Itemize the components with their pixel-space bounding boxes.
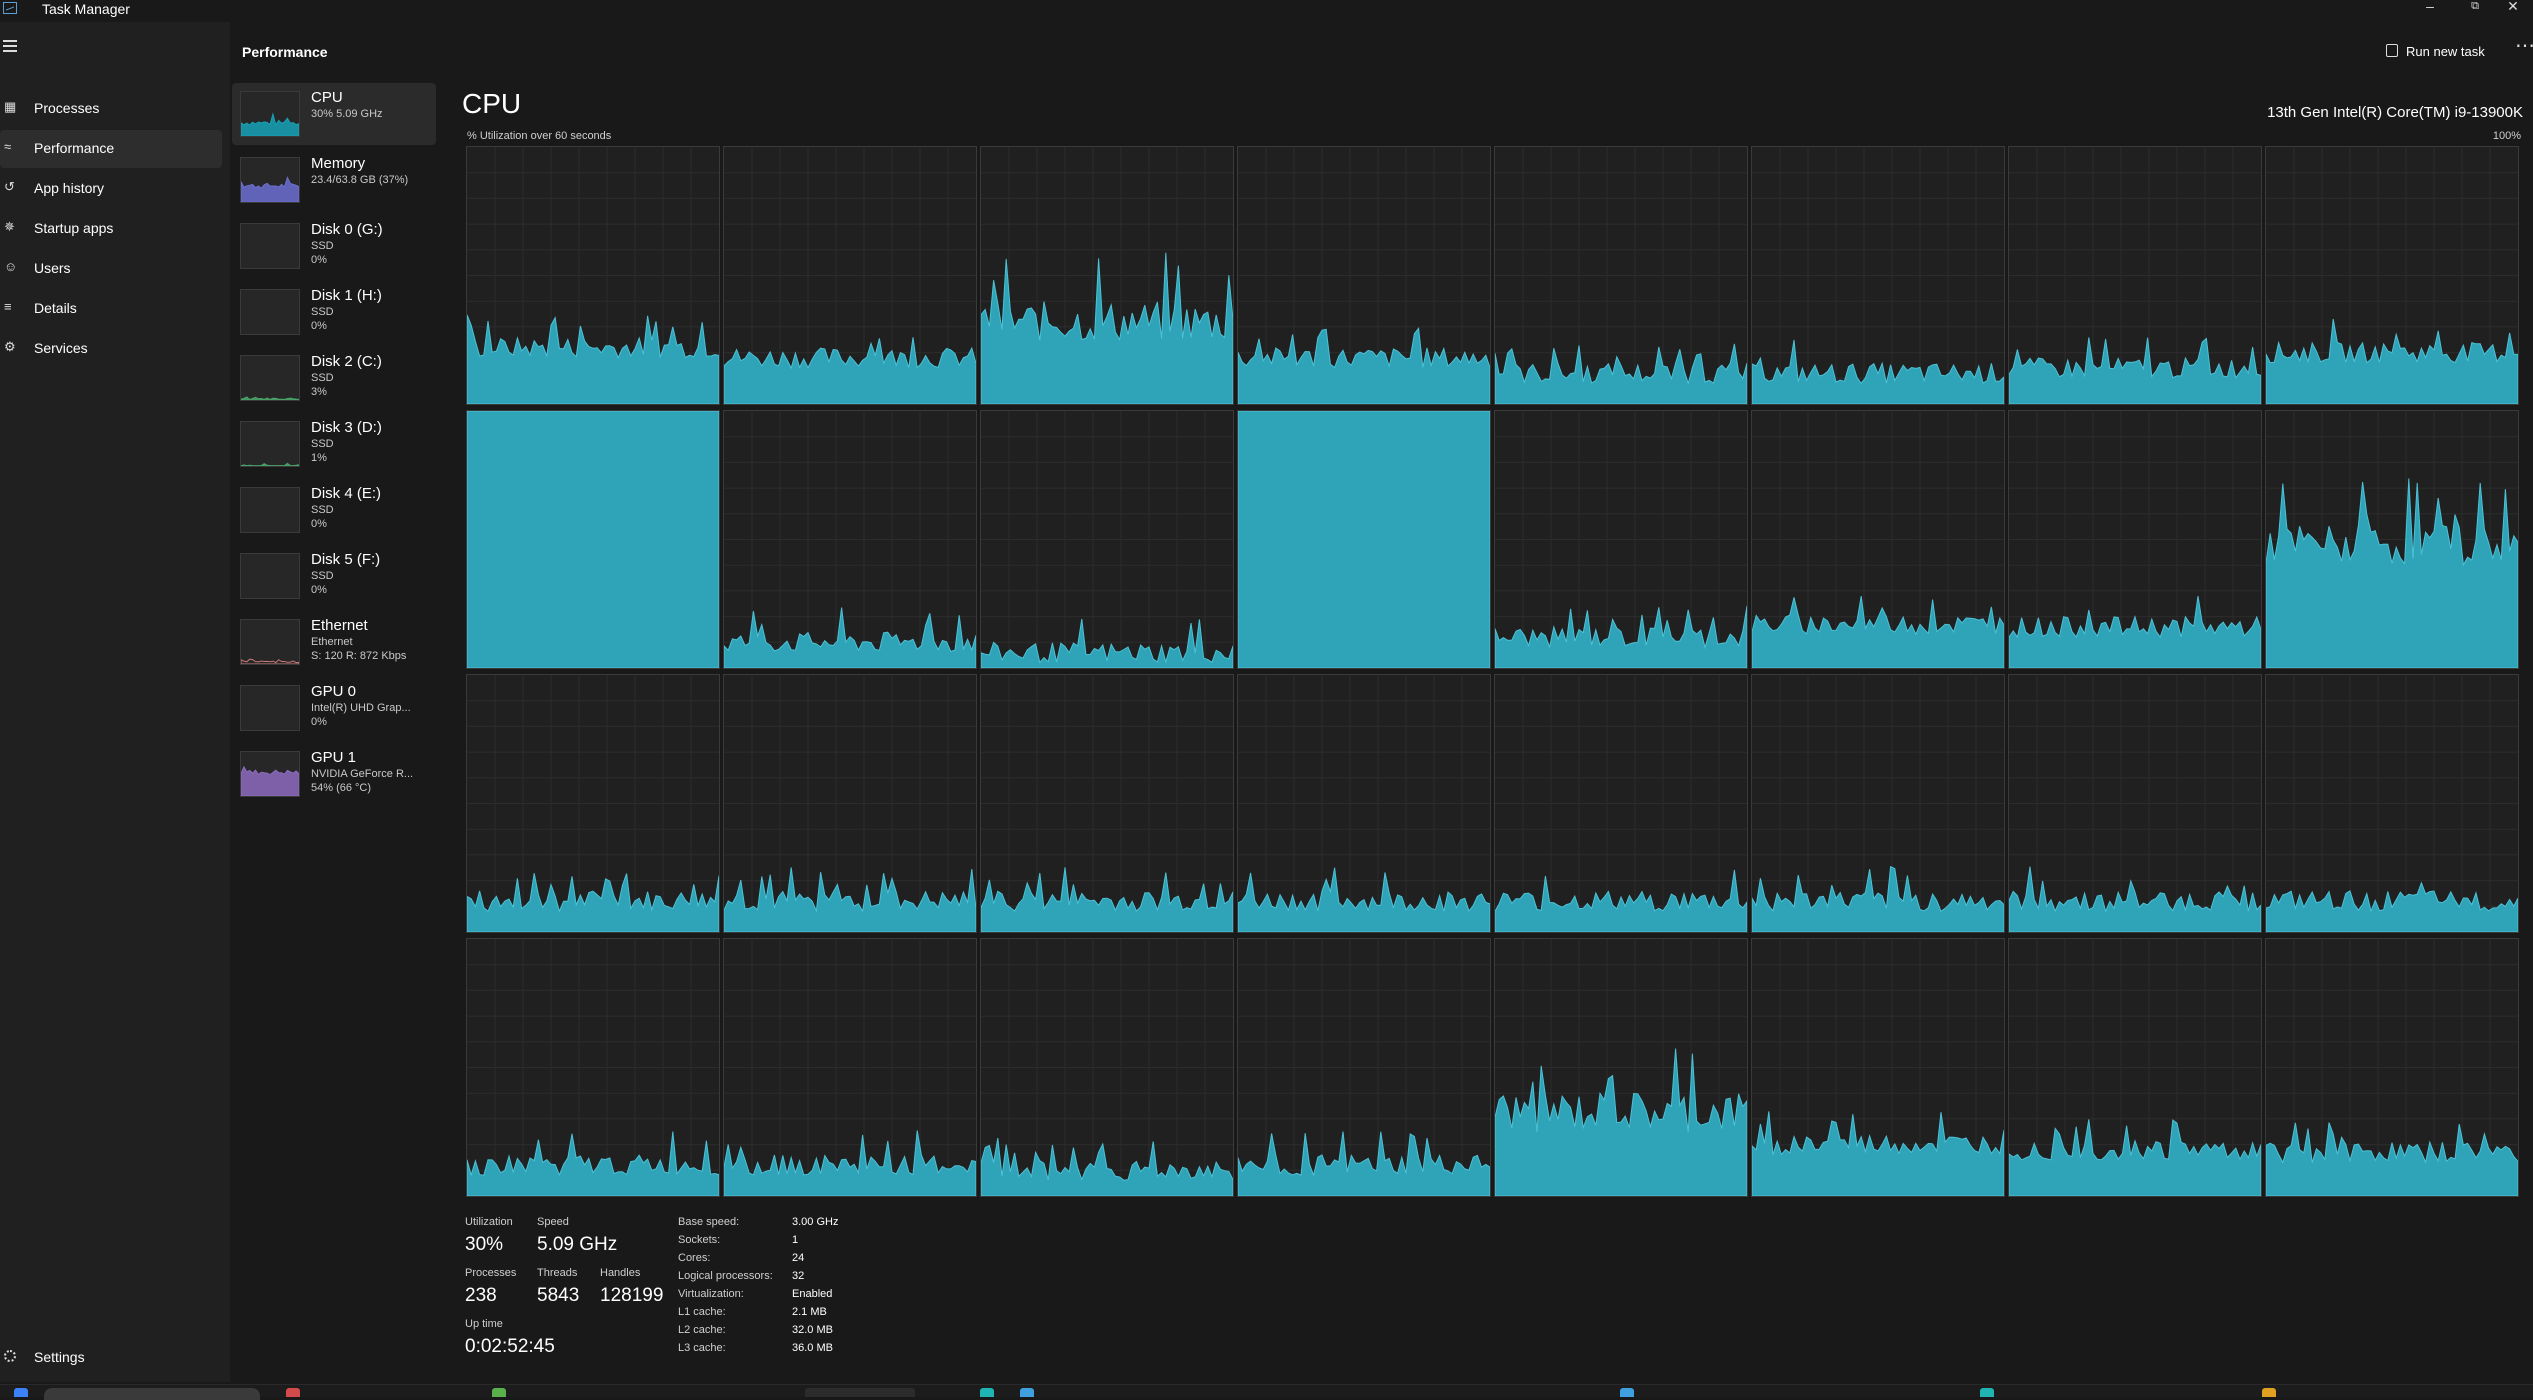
logical-processor-graph [1751, 674, 2005, 933]
logical-processor-graph [1494, 938, 1748, 1197]
spec-key: Base speed: [678, 1216, 740, 1228]
logical-processor-graph [1237, 410, 1491, 669]
handles-value: 128199 [600, 1285, 664, 1306]
logical-processor-graph [2008, 146, 2262, 405]
taskbar-search-box[interactable] [44, 1388, 260, 1400]
cpu-utilization-area [1238, 1131, 1490, 1196]
cpu-utilization-area [981, 618, 1233, 668]
logical-processor-graph [723, 674, 977, 933]
cpu-utilization-area [1752, 865, 2004, 932]
uptime-value: 0:02:52:45 [465, 1336, 555, 1357]
cpu-utilization-area [2009, 337, 2261, 404]
logical-processor-graph [980, 410, 1234, 669]
spec-value: 1 [792, 1234, 799, 1246]
cpu-utilization-area [724, 1130, 976, 1196]
cpu-utilization-area [1238, 327, 1490, 404]
logical-processor-graph [1494, 410, 1748, 669]
utilization-label: Utilization [465, 1216, 513, 1228]
cpu-utilization-area [2266, 881, 2518, 932]
spec-key: Cores: [678, 1252, 711, 1264]
logical-processor-graph [466, 410, 720, 669]
logical-processor-graph [1237, 146, 1491, 405]
threads-label: Threads [537, 1267, 578, 1279]
logical-processor-graph [980, 146, 1234, 405]
logical-processor-graph [723, 146, 977, 405]
cpu-utilization-area [1495, 1048, 1747, 1196]
logical-processor-graph [1494, 146, 1748, 405]
logical-processor-graph [2265, 146, 2519, 405]
cpu-utilization-area [2009, 866, 2261, 932]
spec-value: Enabled [792, 1288, 833, 1300]
cpu-utilization-area [2009, 1119, 2261, 1196]
cpu-utilization-area [467, 411, 719, 668]
cpu-utilization-area [981, 1138, 1233, 1196]
logical-processor-graph [980, 674, 1234, 933]
cpu-utilization-area [724, 867, 976, 932]
spec-value: 32 [792, 1270, 805, 1282]
spec-key: L3 cache: [678, 1342, 726, 1354]
cpu-utilization-area [981, 867, 1233, 932]
cpu-utilization-area [724, 337, 976, 404]
cpu-utilization-area [2266, 1122, 2518, 1196]
logical-processor-graph [2008, 938, 2262, 1197]
logical-processor-graph [723, 938, 977, 1197]
cpu-utilization-area [1495, 605, 1747, 668]
spec-key: Sockets: [678, 1234, 721, 1246]
threads-value: 5843 [537, 1285, 580, 1306]
logical-processor-graph [1751, 146, 2005, 405]
logical-processor-graph [980, 938, 1234, 1197]
spec-value: 2.1 MB [792, 1306, 827, 1318]
cpu-utilization-area [467, 314, 719, 404]
spec-key: Logical processors: [678, 1270, 773, 1282]
logical-processor-graph [466, 938, 720, 1197]
utilization-value: 30% [465, 1234, 504, 1255]
spec-value: 3.00 GHz [792, 1216, 839, 1228]
processes-value: 238 [465, 1285, 497, 1306]
logical-processor-graph [2008, 410, 2262, 669]
taskbar [0, 1384, 2533, 1400]
cpu-stats-panel: Utilization 30% Speed 5.09 GHz Processes… [465, 1214, 1065, 1364]
cpu-utilization-area [2266, 318, 2518, 404]
logical-processor-graph [2265, 674, 2519, 933]
spec-key: Virtualization: [678, 1288, 744, 1300]
spec-value: 36.0 MB [792, 1342, 833, 1354]
uptime-label: Up time [465, 1318, 503, 1330]
processes-label: Processes [465, 1267, 517, 1279]
cpu-utilization-area [2266, 478, 2518, 668]
cpu-utilization-area [467, 873, 719, 932]
cpu-utilization-area [1238, 867, 1490, 932]
spec-key: L1 cache: [678, 1306, 726, 1318]
spec-value: 24 [792, 1252, 805, 1264]
cpu-utilization-area [1752, 339, 2004, 404]
logical-processor-graph [466, 146, 720, 405]
cpu-utilization-area [1752, 1111, 2004, 1196]
logical-processor-graph [1237, 674, 1491, 933]
cpu-utilization-area [1238, 411, 1490, 668]
spec-value: 32.0 MB [792, 1324, 833, 1336]
logical-processor-graph [2265, 938, 2519, 1197]
spec-key: L2 cache: [678, 1324, 726, 1336]
cpu-utilization-area [1752, 596, 2004, 668]
logical-processor-graph [1494, 674, 1748, 933]
cpu-utilization-area [2009, 596, 2261, 668]
logical-processor-graph [2008, 674, 2262, 933]
speed-label: Speed [537, 1216, 569, 1228]
handles-label: Handles [600, 1267, 641, 1279]
logical-processor-graph [1237, 938, 1491, 1197]
speed-value: 5.09 GHz [537, 1234, 618, 1255]
cpu-utilization-area [1495, 869, 1747, 932]
logical-processor-graph [2265, 410, 2519, 669]
logical-processor-graph [1751, 938, 2005, 1197]
logical-processor-graphs [0, 0, 2533, 1396]
logical-processor-graph [723, 410, 977, 669]
logical-processor-graph [466, 674, 720, 933]
logical-processor-graph [1751, 410, 2005, 669]
cpu-utilization-area [467, 1131, 719, 1196]
